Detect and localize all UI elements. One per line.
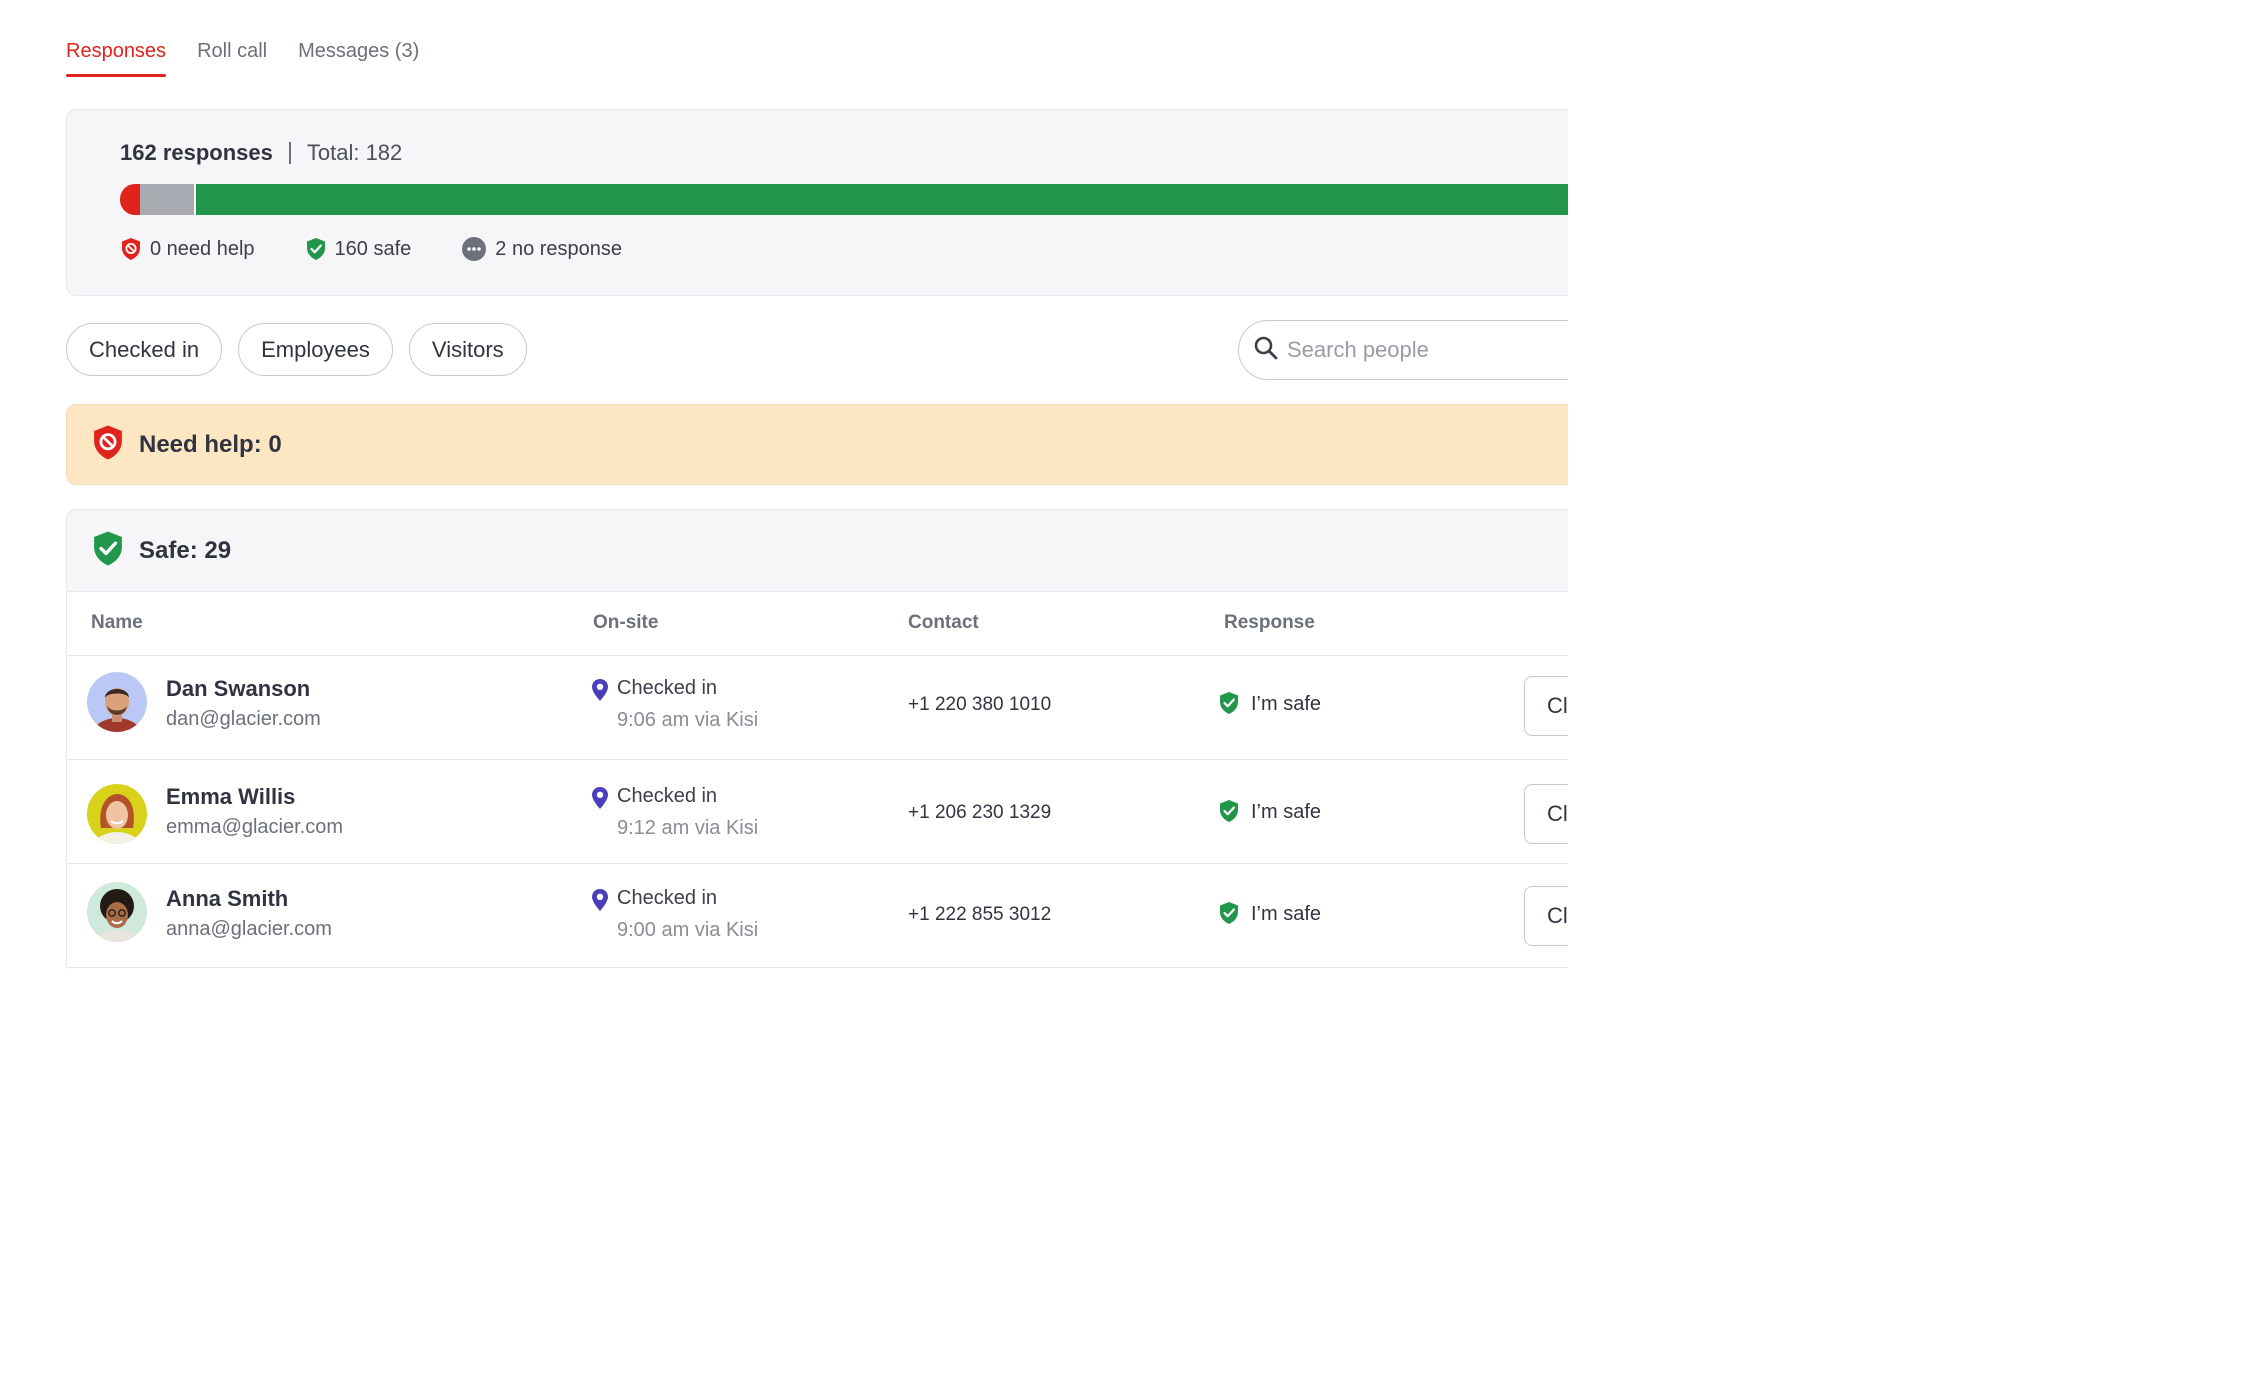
legend-no-response-label: 2 no response [495,237,623,260]
table-row[interactable]: Emma Willis emma@glacier.com Checked in … [67,760,1568,864]
tab-responses[interactable]: Responses [66,40,167,77]
no-response-dots-icon [461,236,487,262]
row-action-button[interactable]: Cl [1524,784,1568,844]
filter-employees[interactable]: Employees [238,323,393,376]
tab-roll-call[interactable]: Roll call [197,40,267,77]
onsite-time: 9:00 am via Kisi [617,919,759,941]
column-name[interactable]: Name [91,612,143,634]
filter-checked-in[interactable]: Checked in [66,323,223,376]
person-name[interactable]: Anna Smith [166,886,288,912]
filter-visitors[interactable]: Visitors [408,323,527,376]
safe-shield-icon [305,237,327,261]
person-email: dan@glacier.com [166,708,321,730]
safe-shield-icon [91,530,125,572]
responses-page: Responses Roll call Messages (3) 162 res… [0,0,1568,969]
table-row[interactable]: Anna Smith anna@glacier.com Checked in 9… [67,864,1568,968]
onsite-time: 9:06 am via Kisi [617,709,759,731]
safe-shield-icon [1218,901,1240,930]
bar-segment-safe [196,184,1568,215]
location-pin-icon [591,888,609,917]
search-icon [1253,335,1279,366]
filter-chips: Checked in Employees Visitors [66,323,527,376]
contact-phone[interactable]: +1 206 230 1329 [908,802,1051,824]
safe-section-header: Safe: 29 [67,510,1568,592]
total-count: Total: 182 [306,140,403,165]
tab-bar: Responses Roll call Messages (3) [66,40,419,77]
contact-phone[interactable]: +1 222 855 3012 [908,904,1051,926]
tab-messages[interactable]: Messages (3) [298,40,419,77]
onsite-time: 9:12 am via Kisi [617,817,759,839]
need-help-section: Need help: 0 [66,404,1568,485]
safe-shield-icon [1218,799,1240,828]
responses-count: 162 responses [120,140,273,165]
person-email: emma@glacier.com [166,816,344,838]
location-pin-icon [591,678,609,707]
legend-safe: 160 safe [305,236,412,262]
person-email: anna@glacier.com [166,918,332,940]
person-name[interactable]: Emma Willis [166,784,295,810]
safe-title: Safe: 29 [139,536,232,564]
legend-no-response: 2 no response [461,236,622,262]
table-header: Name On-site Contact Response [67,592,1568,656]
row-action-button[interactable]: Cl [1524,676,1568,736]
response-status: I’m safe [1251,693,1322,715]
location-pin-icon [591,786,609,815]
onsite-status: Checked in [617,785,718,807]
response-summary-card: 162 responses Total: 182 0 need help 160… [66,109,1568,296]
table-row[interactable]: Dan Swanson dan@glacier.com Checked in 9… [67,656,1568,760]
response-progress-bar [120,184,1568,215]
column-contact[interactable]: Contact [908,612,979,634]
avatar [87,784,147,844]
need-help-shield-icon [91,424,125,466]
legend-need-help-label: 0 need help [150,237,255,260]
row-action-button[interactable]: Cl [1524,886,1568,946]
avatar [87,672,147,732]
search-box[interactable] [1238,320,1568,380]
response-status: I’m safe [1251,903,1322,925]
legend-need-help: 0 need help [120,236,255,262]
person-name[interactable]: Dan Swanson [166,676,310,702]
onsite-status: Checked in [617,887,718,909]
column-response[interactable]: Response [1224,612,1315,634]
safe-section: Safe: 29 Name On-site Contact Response D… [66,509,1568,969]
contact-phone[interactable]: +1 220 380 1010 [908,694,1051,716]
bar-segment-no-response [140,184,196,215]
summary-header: 162 responses Total: 182 [120,140,402,166]
safe-shield-icon [1218,691,1240,720]
column-onsite[interactable]: On-site [593,612,658,634]
need-help-shield-icon [120,237,142,261]
bar-segment-need-help [120,184,140,215]
summary-legend: 0 need help 160 safe 2 no response [120,236,672,262]
need-help-title: Need help: 0 [139,430,282,458]
legend-safe-label: 160 safe [334,237,412,260]
divider [288,142,291,164]
avatar [87,882,147,942]
search-input[interactable] [1287,337,1537,363]
onsite-status: Checked in [617,677,718,699]
response-status: I’m safe [1251,801,1322,823]
